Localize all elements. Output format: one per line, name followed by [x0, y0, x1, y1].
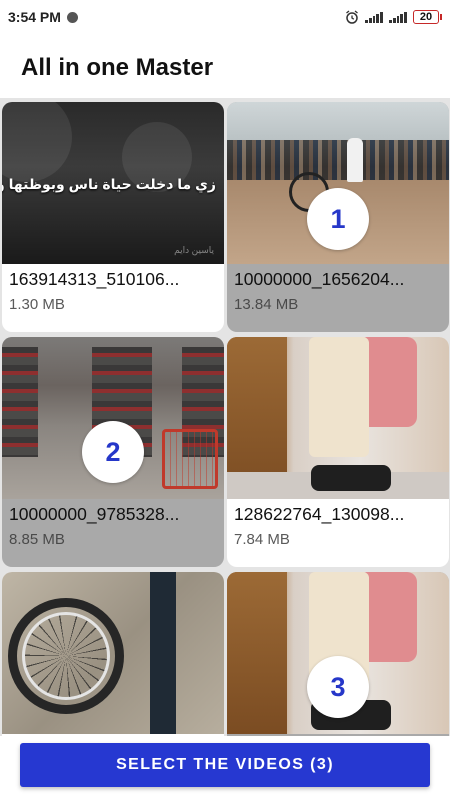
battery-icon: 20: [413, 10, 442, 24]
video-file-size: 13.84 MB: [234, 296, 299, 313]
video-card-selected[interactable]: 2 10000000_9785328... 8.85 MB: [2, 337, 224, 567]
video-card-selected[interactable]: 3: [227, 572, 449, 736]
status-time: 3:54 PM: [8, 9, 61, 25]
video-card-selected[interactable]: 1 10000000_1656204... 13.84 MB: [227, 102, 449, 332]
video-grid-scroll[interactable]: زي ما دخلت حياة ناس وبوظتها واذيتها ياسي…: [0, 98, 450, 736]
video-card[interactable]: [2, 572, 224, 736]
video-thumbnail: زي ما دخلت حياة ناس وبوظتها واذيتها ياسي…: [2, 102, 224, 264]
status-left: 3:54 PM: [8, 9, 78, 25]
thumbnail-caption: زي ما دخلت حياة ناس وبوظتها واذيتها: [2, 176, 216, 192]
video-thumbnail: [2, 572, 224, 734]
signal-icon: [365, 11, 383, 23]
selection-badge: 3: [307, 656, 369, 718]
video-thumbnail: 2: [2, 337, 224, 499]
video-card[interactable]: 128622764_130098... 7.84 MB: [227, 337, 449, 567]
notification-icon: [66, 11, 78, 23]
video-file-name: 10000000_1656204...: [234, 269, 405, 289]
video-card[interactable]: زي ما دخلت حياة ناس وبوظتها واذيتها ياسي…: [2, 102, 224, 332]
video-file-name: 10000000_9785328...: [9, 504, 180, 524]
video-grid: زي ما دخلت حياة ناس وبوظتها واذيتها ياسي…: [0, 98, 450, 736]
footer: SELECT THE VIDEOS (3): [0, 736, 450, 800]
alarm-icon: [346, 10, 358, 24]
video-file-size: 1.30 MB: [9, 296, 65, 313]
battery-level: 20: [413, 10, 439, 24]
app-title: All in one Master: [21, 54, 214, 81]
status-right: 20: [345, 10, 442, 24]
selection-badge: 1: [307, 188, 369, 250]
thumbnail-watermark: ياسين دايم: [174, 245, 214, 255]
selection-badge: 2: [82, 421, 144, 483]
video-file-name: 128622764_130098...: [234, 504, 405, 524]
signal-icon: [389, 11, 407, 23]
status-bar: 3:54 PM 20: [0, 0, 450, 34]
video-file-size: 7.84 MB: [234, 531, 290, 548]
video-file-name: 163914313_510106...: [9, 269, 180, 289]
select-videos-button[interactable]: SELECT THE VIDEOS (3): [20, 743, 430, 787]
video-thumbnail: 3: [227, 572, 449, 734]
video-thumbnail: 1: [227, 102, 449, 264]
video-thumbnail: [227, 337, 449, 499]
video-file-size: 8.85 MB: [9, 531, 65, 548]
